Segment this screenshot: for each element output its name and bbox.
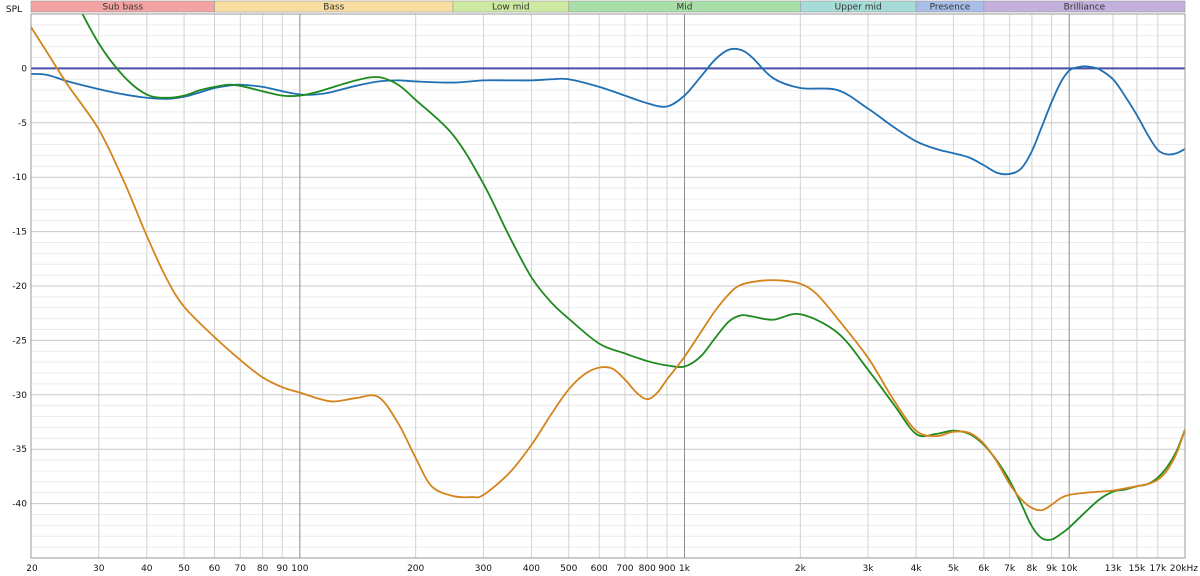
x-tick-label: 17k xyxy=(1150,564,1167,574)
x-tick-label: 200 xyxy=(407,564,424,574)
y-tick-label: 0 xyxy=(21,64,27,74)
y-tick-label: -15 xyxy=(12,228,27,238)
x-tick-label: 15k xyxy=(1129,564,1146,574)
x-tick-label: 700 xyxy=(616,564,633,574)
x-tick-label: 4k xyxy=(911,564,923,574)
x-tick-label: 500 xyxy=(560,564,577,574)
x-tick-label: 70 xyxy=(235,564,247,574)
x-tick-label: 80 xyxy=(257,564,269,574)
band-label: Presence xyxy=(930,3,971,13)
x-tick-label: 300 xyxy=(475,564,492,574)
x-tick-label: 6k xyxy=(978,564,990,574)
x-tick-label: 3k xyxy=(863,564,875,574)
y-tick-label: -20 xyxy=(12,282,27,292)
x-tick-label: 40 xyxy=(141,564,153,574)
x-tick-label: 100 xyxy=(291,564,308,574)
x-tick-label: 900 xyxy=(658,564,675,574)
x-tick-label: 400 xyxy=(523,564,540,574)
x-tick-label: 2k xyxy=(795,564,807,574)
x-tick-label: 50 xyxy=(178,564,190,574)
y-tick-label: -25 xyxy=(12,336,27,346)
x-tick-label: 8k xyxy=(1026,564,1038,574)
x-tick-label: 1k xyxy=(679,564,691,574)
y-tick-label: -40 xyxy=(12,500,27,510)
x-tick-label: 600 xyxy=(591,564,608,574)
x-tick-label: 5k xyxy=(948,564,960,574)
x-tick-label: 60 xyxy=(209,564,221,574)
x-tick-label: 13k xyxy=(1105,564,1122,574)
x-tick-label: 7k xyxy=(1004,564,1016,574)
y-tick-label: -5 xyxy=(18,119,27,129)
band-label: Mid xyxy=(677,3,693,13)
x-tick-label: 30 xyxy=(93,564,105,574)
y-tick-label: -30 xyxy=(12,391,27,401)
band-label: Brilliance xyxy=(1064,3,1106,13)
x-tick-label: 800 xyxy=(639,564,656,574)
frequency-bands: Sub bass Bass Low mid Mid Upper mid Presence B… xyxy=(30,0,1186,13)
band-label: Upper mid xyxy=(835,3,882,13)
band-label: Sub bass xyxy=(102,3,143,13)
x-tick-label: 20kHz xyxy=(1170,564,1198,574)
x-tick-label: 90 xyxy=(277,564,289,574)
x-tick-label: 9k xyxy=(1046,564,1058,574)
y-tick-label: -35 xyxy=(12,445,27,455)
y-axis-label: SPL xyxy=(6,5,22,15)
band-label: Bass xyxy=(323,3,344,13)
band-label: Low mid xyxy=(492,3,530,13)
frequency-response-chart: Sub bass Bass Low mid Mid Upper mid Presence B… xyxy=(0,0,1200,576)
x-tick-label: 10k xyxy=(1061,564,1078,574)
x-tick-label: 20 xyxy=(26,564,38,574)
y-tick-label: -10 xyxy=(12,173,27,183)
